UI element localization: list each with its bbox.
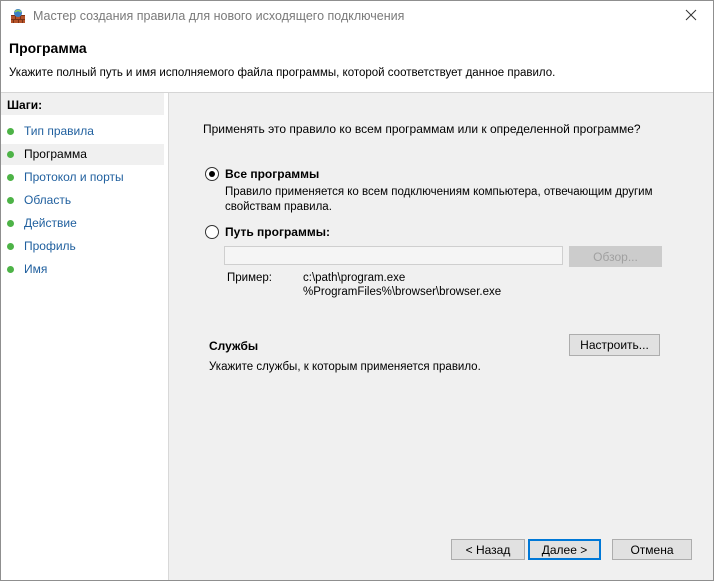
step-status-icon: [7, 266, 14, 273]
step-item-protocol-ports[interactable]: Протокол и порты: [1, 167, 164, 188]
firewall-icon: [10, 8, 26, 24]
step-label: Действие: [24, 216, 77, 230]
step-status-icon: [7, 151, 14, 158]
window-title: Мастер создания правила для нового исход…: [33, 9, 405, 23]
example-path-2: %ProgramFiles%\browser\browser.exe: [303, 286, 502, 298]
step-item-scope[interactable]: Область: [1, 190, 164, 211]
step-item-rule-type[interactable]: Тип правила: [1, 121, 164, 142]
all-programs-radio[interactable]: [205, 167, 219, 181]
browse-button[interactable]: Обзор...: [569, 246, 662, 267]
program-path-radio[interactable]: [205, 225, 219, 239]
example-path-1: c:\path\program.exe: [303, 272, 406, 284]
steps-pane: Шаги: Тип правила Программа Протокол и п…: [1, 93, 169, 580]
step-label: Профиль: [24, 239, 76, 253]
program-path-label[interactable]: Путь программы:: [225, 225, 330, 239]
step-item-program[interactable]: Программа: [1, 144, 164, 165]
wizard-window: Мастер создания правила для нового исход…: [0, 0, 714, 581]
step-label: Имя: [24, 262, 48, 276]
step-label: Протокол и порты: [24, 170, 124, 184]
step-status-icon: [7, 220, 14, 227]
step-status-icon: [7, 243, 14, 250]
all-programs-label[interactable]: Все программы: [225, 167, 319, 181]
step-status-icon: [7, 128, 14, 135]
title-bar: Мастер создания правила для нового исход…: [1, 1, 713, 32]
example-label: Пример:: [227, 272, 272, 284]
back-button[interactable]: < Назад: [451, 539, 525, 560]
configure-services-button[interactable]: Настроить...: [569, 334, 660, 356]
services-description: Укажите службы, к которым применяется пр…: [209, 361, 481, 373]
services-title: Службы: [209, 339, 259, 353]
step-label: Программа: [24, 147, 87, 161]
page-title: Программа: [9, 40, 87, 56]
step-item-profile[interactable]: Профиль: [1, 236, 164, 257]
step-status-icon: [7, 174, 14, 181]
step-item-name[interactable]: Имя: [1, 259, 164, 280]
all-programs-description: Правило применяется ко всем подключениям…: [225, 186, 653, 213]
steps-header: Шаги:: [1, 93, 164, 115]
steps-title: Шаги:: [7, 98, 43, 112]
next-button[interactable]: Далее >: [528, 539, 601, 560]
content-pane: Применять это правило ко всем программам…: [169, 93, 713, 580]
step-status-icon: [7, 197, 14, 204]
scope-question: Применять это правило ко всем программам…: [203, 122, 641, 136]
close-icon: [685, 9, 697, 24]
cancel-button[interactable]: Отмена: [612, 539, 692, 560]
step-label: Область: [24, 193, 72, 207]
step-item-action[interactable]: Действие: [1, 213, 164, 234]
wizard-header: Программа Укажите полный путь и имя испо…: [1, 32, 713, 92]
close-button[interactable]: [668, 1, 713, 32]
page-description: Укажите полный путь и имя исполняемого ф…: [9, 67, 556, 79]
step-label: Тип правила: [24, 124, 94, 138]
program-path-input[interactable]: [224, 246, 563, 265]
